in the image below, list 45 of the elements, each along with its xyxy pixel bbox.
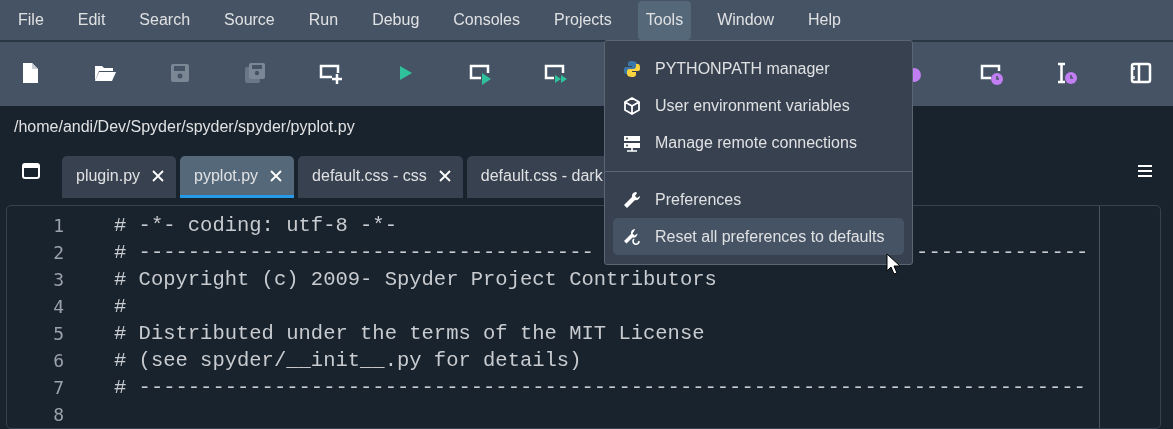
wrench-icon (623, 190, 641, 209)
line-number: 2 (52, 241, 65, 265)
menu-item[interactable]: Window (709, 0, 783, 40)
editor-tab[interactable]: pyplot.py (180, 156, 295, 198)
cube-icon (623, 96, 641, 115)
code-line: # Distributed under the terms of the MIT License (114, 321, 705, 347)
close-icon[interactable] (270, 169, 283, 182)
line-number: 6 (52, 349, 65, 373)
code-line: # Copyright (c) 2009- Spyder Project Contributors (114, 267, 717, 293)
line-number: 7 (52, 376, 65, 400)
close-icon[interactable] (438, 169, 451, 182)
line-number: 8 (52, 403, 65, 427)
menu-item[interactable]: Run (300, 0, 347, 40)
file-path: /home/andi/Dev/Spyder/spyder/spyder/pyplot.py (14, 117, 355, 137)
code-line: -------------- (916, 240, 1089, 266)
line-number: 5 (52, 322, 65, 346)
menu-item[interactable]: User environment variables (613, 87, 904, 124)
menu-item[interactable]: Source (216, 0, 283, 40)
menu-item[interactable]: File (10, 0, 52, 40)
editor-tab[interactable]: default.css - css (298, 156, 463, 198)
menu-item[interactable]: Help (800, 0, 849, 40)
python-logo-icon (623, 59, 641, 78)
close-icon[interactable] (152, 169, 165, 182)
menu-item[interactable]: PYTHONPATH manager (613, 50, 904, 87)
menu-item[interactable]: Search (131, 0, 199, 40)
line-number: 4 (52, 295, 65, 319)
code-line: # (see spyder/__init__.py for details) (114, 348, 582, 374)
editor-tab[interactable]: plugin.py (62, 156, 177, 198)
wrench-reset-icon (623, 227, 641, 246)
menu-item[interactable]: Tools (637, 0, 692, 40)
line-number: 1 (52, 214, 65, 238)
menu-item[interactable]: Edit (69, 0, 114, 40)
code-line: # ----------------------------------------------------------------------------- (114, 375, 1086, 401)
code-line: # (114, 294, 127, 320)
server-icon (623, 133, 641, 152)
menu-item[interactable]: Reset all preferences to defaults (613, 218, 904, 255)
line-number: 3 (52, 268, 65, 292)
window-icon[interactable] (22, 163, 40, 179)
mouse-cursor-icon (886, 253, 900, 275)
menu-icon[interactable] (1137, 164, 1153, 178)
menu-item[interactable]: Debug (364, 0, 428, 40)
menu-item[interactable]: Projects (546, 0, 620, 40)
code-line: # -*- coding: utf-8 -*- (114, 213, 397, 239)
menu-item[interactable]: Consoles (445, 0, 528, 40)
code-line: # ------------------------------------- (114, 240, 594, 266)
